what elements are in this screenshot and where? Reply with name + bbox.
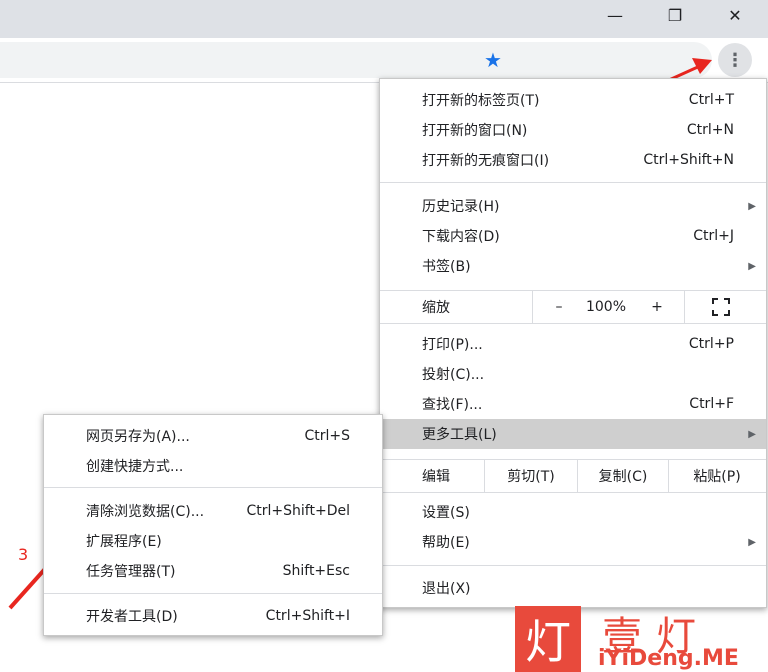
submenu-item-clear-data[interactable]: 清除浏览数据(C)... Ctrl+Shift+Del [44, 496, 382, 526]
menu-item-help[interactable]: 帮助(E) ▶ [380, 527, 766, 557]
browser-main-menu: 打开新的标签页(T) Ctrl+T 打开新的窗口(N) Ctrl+N 打开新的无… [379, 78, 767, 608]
menu-item-cast[interactable]: 投射(C)... [380, 359, 766, 389]
chevron-right-icon: ▶ [748, 260, 756, 272]
menu-item-find[interactable]: 查找(F)... Ctrl+F [380, 389, 766, 419]
more-tools-submenu: 网页另存为(A)... Ctrl+S 创建快捷方式... 清除浏览数据(C)..… [43, 414, 383, 636]
submenu-item-save-page[interactable]: 网页另存为(A)... Ctrl+S [44, 421, 382, 451]
zoom-label: 缩放 [422, 300, 450, 316]
submenu-item-extensions[interactable]: 扩展程序(E) [44, 526, 382, 556]
menu-item-settings[interactable]: 设置(S) [380, 497, 766, 527]
submenu-item-task-manager[interactable]: 任务管理器(T) Shift+Esc [44, 556, 382, 586]
zoom-out-button[interactable]: – [544, 291, 574, 323]
cut-button[interactable]: 剪切(T) [485, 460, 577, 492]
fullscreen-icon [712, 298, 730, 316]
menu-item-new-window[interactable]: 打开新的窗口(N) Ctrl+N [380, 115, 766, 145]
zoom-row: 缩放 – 100% + [380, 291, 766, 323]
chevron-right-icon: ▶ [748, 200, 756, 212]
edit-label: 编辑 [422, 469, 450, 485]
menu-item-new-tab[interactable]: 打开新的标签页(T) Ctrl+T [380, 85, 766, 115]
menu-separator [380, 323, 766, 324]
menu-separator [44, 593, 382, 594]
menu-item-history[interactable]: 历史记录(H) ▶ [380, 191, 766, 221]
zoom-level: 100% [585, 299, 627, 315]
zoom-in-button[interactable]: + [642, 291, 672, 323]
submenu-item-create-shortcut[interactable]: 创建快捷方式... [44, 451, 382, 481]
fullscreen-button[interactable] [706, 291, 736, 323]
chevron-right-icon: ▶ [748, 428, 756, 440]
menu-separator [44, 487, 382, 488]
menu-item-exit[interactable]: 退出(X) [380, 573, 766, 603]
menu-item-downloads[interactable]: 下载内容(D) Ctrl+J [380, 221, 766, 251]
submenu-item-devtools[interactable]: 开发者工具(D) Ctrl+Shift+I [44, 601, 382, 631]
edit-row: 编辑 剪切(T) 复制(C) 粘贴(P) [380, 460, 766, 492]
menu-separator [380, 565, 766, 566]
menu-separator [380, 182, 766, 183]
copy-button[interactable]: 复制(C) [578, 460, 668, 492]
annotation-3: 3 [18, 545, 29, 564]
paste-button[interactable]: 粘贴(P) [669, 460, 765, 492]
watermark-logo: 灯 [515, 606, 581, 672]
menu-item-new-incognito[interactable]: 打开新的无痕窗口(I) Ctrl+Shift+N [380, 145, 766, 175]
menu-item-bookmarks[interactable]: 书签(B) ▶ [380, 251, 766, 281]
chevron-right-icon: ▶ [748, 536, 756, 548]
menu-separator [380, 492, 766, 493]
watermark-url: iYiDeng.ME [598, 646, 739, 671]
menu-item-more-tools[interactable]: 更多工具(L) ▶ [380, 419, 766, 449]
arrow-1-head [692, 58, 712, 74]
menu-item-print[interactable]: 打印(P)... Ctrl+P [380, 329, 766, 359]
